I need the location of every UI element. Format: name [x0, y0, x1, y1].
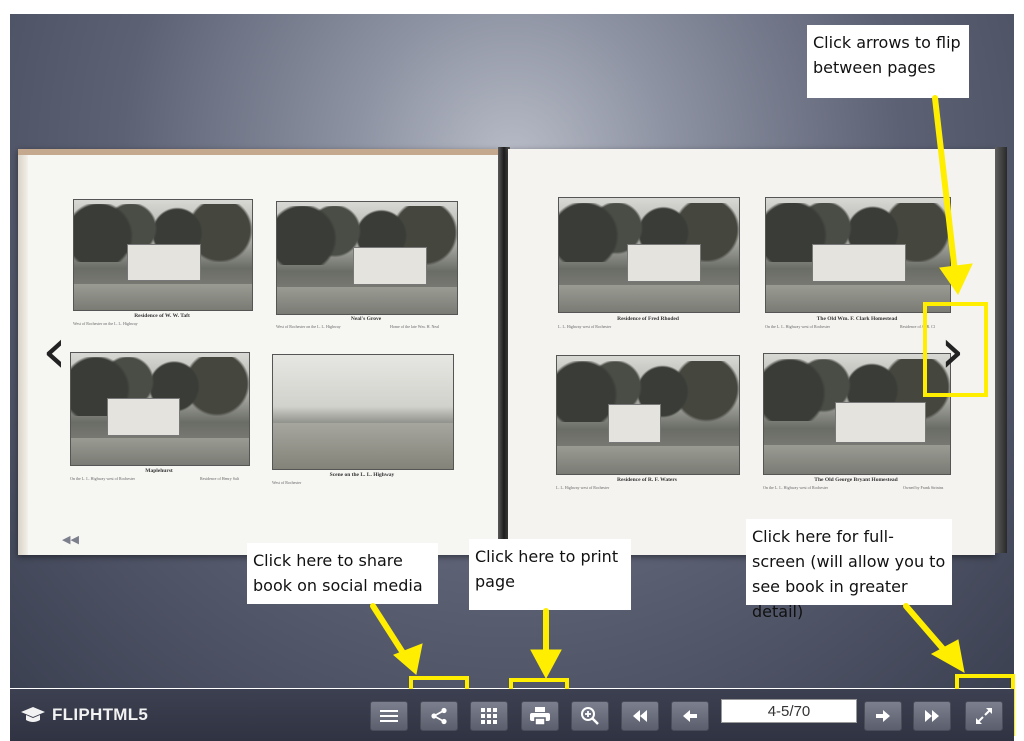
last-page-button[interactable]	[913, 701, 951, 731]
first-page-icon	[633, 710, 647, 722]
photo	[556, 355, 740, 475]
page-number-input[interactable]	[721, 699, 857, 723]
right-page: Residence of Fred Rhoded L. L. Highway w…	[508, 149, 995, 555]
photo-caption: Maplehurst	[145, 468, 173, 474]
photo-subcaption: On the L. L. Highway west of Rochester	[765, 324, 830, 329]
photo	[73, 199, 253, 311]
photo	[276, 201, 458, 315]
thumbnails-icon	[481, 708, 497, 724]
photo-subcaption: On the L. L. Highway west of Rochester	[763, 485, 828, 490]
photo-subcaption: West of Rochester on the L. L. Highway	[73, 321, 138, 326]
photo	[763, 353, 951, 475]
callout-flip: Click arrows to flip between pages	[807, 25, 969, 98]
photo	[272, 354, 454, 470]
photo-subcaption-right: Residence of Henry Salt	[200, 476, 239, 481]
photo-house	[627, 243, 702, 283]
fullscreen-button[interactable]	[965, 701, 1003, 731]
photo-ground	[559, 284, 739, 312]
first-page-button[interactable]	[621, 701, 659, 731]
photo-house	[106, 398, 180, 436]
previous-page-button[interactable]	[671, 701, 709, 731]
photo-subcaption-right: Residence of A. R. Cl	[900, 324, 935, 329]
callout-share: Click here to share book on social media	[247, 543, 438, 604]
photo-house	[127, 244, 201, 282]
share-icon	[431, 707, 447, 725]
photo-subcaption: West of Rochester	[272, 480, 302, 485]
photo-subcaption: On the L. L. Highway west of Rochester	[70, 476, 135, 481]
photo-subcaption-right: Owned by Frank Strinins	[903, 485, 944, 490]
photo	[765, 197, 951, 313]
photo-house	[607, 403, 661, 444]
photo	[70, 352, 250, 466]
photo-ground	[766, 284, 950, 312]
thumbnails-button[interactable]	[470, 701, 508, 731]
callout-fullscreen: Click here for full-screen (will allow y…	[746, 519, 952, 621]
fliphtml5-logo: FLIPHTML5	[20, 705, 148, 725]
photo-house	[812, 243, 906, 283]
zoom-in-icon	[581, 707, 599, 725]
photo-caption: Residence of R. F. Waters	[617, 477, 677, 483]
photo-subcaption: West of Rochester on the L. L. Highway	[276, 324, 341, 329]
photo	[558, 197, 740, 313]
zoom-in-button[interactable]	[571, 701, 609, 731]
photo-ground	[764, 445, 950, 474]
last-page-icon	[925, 710, 939, 722]
photo-caption: The Old George Bryant Homestead	[814, 477, 898, 483]
photo-caption: Residence of Fred Rhoded	[617, 316, 679, 322]
book-right-edge	[995, 147, 1007, 553]
graduation-cap-icon	[21, 707, 45, 722]
next-page-button[interactable]	[864, 701, 902, 731]
left-page: Residence of W. W. Taft West of Rocheste…	[18, 149, 501, 555]
rewind-mini-icon[interactable]: ◀◀	[62, 533, 79, 546]
logo-text: FLIPHTML5	[52, 705, 149, 724]
share-button[interactable]	[420, 701, 458, 731]
photo-caption: Scene on the L. L. Highway	[329, 472, 395, 478]
photo-caption: The Old Wm. F. Clark Homestead	[816, 316, 898, 322]
next-page-icon	[876, 710, 890, 722]
photo-ground	[557, 445, 739, 474]
photo-house	[834, 402, 926, 443]
next-page-arrow-icon[interactable]: ›	[940, 320, 965, 382]
open-book: Residence of W. W. Taft West of Rocheste…	[18, 147, 1011, 557]
print-button[interactable]	[521, 701, 559, 731]
photo-subcaption: L. L. Highway west of Rochester	[558, 324, 612, 329]
prev-page-arrow-icon[interactable]: ‹	[42, 320, 67, 382]
page-edge	[18, 149, 28, 555]
fullscreen-icon	[976, 708, 992, 724]
print-icon	[530, 707, 550, 726]
photo-ground	[74, 283, 252, 310]
callout-print: Click here to print page	[469, 539, 631, 610]
photo-ground	[71, 438, 249, 465]
toolbar: FLIPHTML5	[10, 689, 1014, 741]
photo-ground	[273, 423, 453, 469]
photo-caption: Neal's Grove	[350, 316, 382, 322]
page-top-edge	[18, 149, 500, 155]
photo-caption: Residence of W. W. Taft	[134, 313, 190, 319]
photo-ground	[277, 287, 457, 314]
photo-house	[352, 247, 427, 285]
table-of-contents-icon	[380, 710, 398, 722]
table-of-contents-button[interactable]	[370, 701, 408, 731]
photo-subcaption-right: Home of the late Wm. H. Neal	[390, 324, 440, 329]
previous-page-icon	[683, 710, 697, 722]
photo-subcaption: L. L. Highway west of Rochester	[556, 485, 610, 490]
